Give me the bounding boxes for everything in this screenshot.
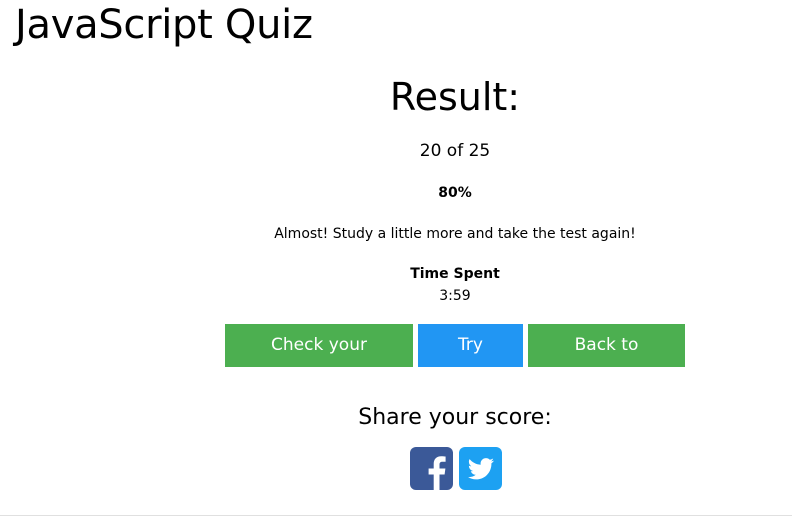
quiz-title: JavaScript Quiz <box>15 2 313 48</box>
time-spent-value: 3:59 <box>439 288 471 304</box>
time-spent-label: Time Spent <box>410 266 500 282</box>
check-answers-button[interactable]: Check your answers <box>225 324 413 398</box>
try-again-button[interactable]: Try Again <box>418 324 523 398</box>
score-text: 20 of 25 <box>419 141 491 161</box>
back-to-quizzes-button[interactable]: Back to Quizzes <box>528 324 685 398</box>
twitter-icon <box>459 447 502 490</box>
bottom-divider <box>0 515 792 516</box>
share-buttons <box>410 447 502 490</box>
result-heading: Result: <box>389 75 521 119</box>
share-heading: Share your score: <box>358 405 552 430</box>
score-percent: 80% <box>438 185 472 201</box>
result-actions: Check your answers Try Again Back to Qui… <box>225 324 685 398</box>
quiz-result-page: JavaScript Quiz Result: 20 of 25 80% Alm… <box>0 0 792 519</box>
result-message: Almost! Study a little more and take the… <box>274 226 636 242</box>
facebook-share-button[interactable] <box>410 447 453 490</box>
twitter-share-button[interactable] <box>459 447 502 490</box>
facebook-icon <box>410 447 453 490</box>
